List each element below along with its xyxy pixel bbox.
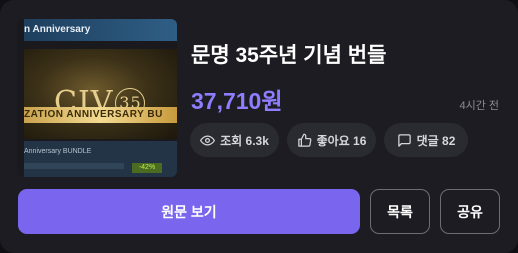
share-button[interactable]: 공유: [440, 189, 500, 234]
list-button[interactable]: 목록: [370, 189, 430, 234]
thumbnail-discount-badge: -42%: [132, 163, 162, 173]
thumbnail-footer-bar: [24, 163, 124, 169]
deal-title[interactable]: 문명 35주년 기념 번들: [191, 39, 386, 69]
thumbs-up-icon: [297, 133, 311, 147]
eye-icon: [200, 135, 216, 145]
thumbnail-banner-text: ZATION ANNIVERSARY BU: [24, 109, 163, 120]
views-count: 조회 6.3k: [220, 133, 269, 148]
posted-time: 4시간 전: [459, 100, 499, 112]
comments-count: 댓글 82: [416, 133, 456, 148]
thumbnail-header-strip: n Anniversary: [24, 19, 177, 41]
thumbnail-header-text: n Anniversary: [24, 24, 91, 35]
thumbnail-footer: Anniversary BUNDLE -42%: [24, 141, 177, 177]
view-original-button[interactable]: 원문 보기: [18, 189, 360, 234]
speech-bubble-icon: [397, 133, 411, 147]
likes-count: 좋아요 16: [316, 133, 367, 148]
deal-card: n Anniversary CIV 35 ZATION ANNIVERSARY B…: [0, 0, 518, 253]
product-thumbnail[interactable]: n Anniversary CIV 35 ZATION ANNIVERSARY B…: [17, 19, 177, 177]
thumbnail-artwork: n Anniversary CIV 35 ZATION ANNIVERSARY B…: [24, 19, 177, 177]
thumbnail-key-art: CIV 35: [24, 49, 177, 139]
thumbnail-banner: ZATION ANNIVERSARY BU: [24, 107, 177, 123]
views-stat: 조회 6.3k: [190, 123, 279, 157]
comments-button[interactable]: 댓글 82: [384, 123, 468, 157]
like-button[interactable]: 좋아요 16: [287, 123, 376, 157]
thumbnail-footer-text: Anniversary BUNDLE: [24, 148, 92, 155]
deal-price: 37,710원: [191, 88, 283, 114]
